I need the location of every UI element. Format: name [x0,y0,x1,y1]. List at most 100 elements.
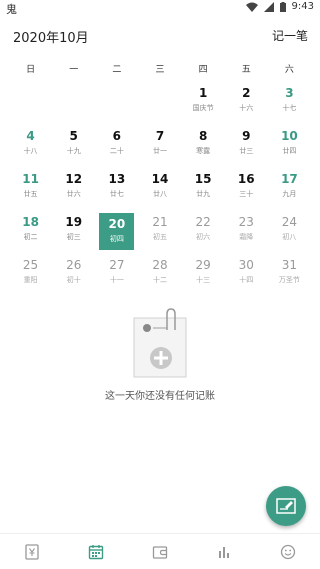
calendar-day[interactable]: 21 初五 [138,211,181,254]
lunar-date: 廿三 [239,147,254,155]
day-number: 11 [22,172,39,186]
calendar-day[interactable]: 1 国庆节 [182,82,225,125]
lunar-date: 初六 [196,233,211,241]
calendar-day[interactable]: 5 十九 [52,125,95,168]
edit-note-icon [276,498,296,514]
tab-calendar[interactable] [64,534,128,569]
calendar-day[interactable]: 31 万圣节 [268,254,311,297]
calendar-day[interactable]: 30 十四 [225,254,268,297]
calendar-day[interactable]: 14 廿八 [138,168,181,211]
day-number: 23 [238,215,254,229]
add-entry-fab[interactable] [266,486,306,526]
weekday-label: 二 [112,65,122,75]
calendar-empty-cell [95,82,138,125]
day-number: 19 [65,215,83,229]
calendar-empty-cell [138,82,181,125]
month-title[interactable]: 2020年10月 [13,27,89,46]
wifi-icon [245,2,258,12]
lunar-date: 廿八 [152,190,167,198]
day-number: 2 [242,86,251,100]
calendar-day[interactable]: 6 二十 [95,125,138,168]
day-number: 7 [155,129,165,143]
calendar-day[interactable]: 23 霜降 [225,211,268,254]
calendar-icon [88,544,104,559]
calendar-grid: 1 国庆节 2 十六 3 十七 4 十八 5 十九 6 二十 7 廿一 8 寒露 9 廿三 10 廿四 11 廿五 12 廿六… [9,82,311,297]
calendar-day[interactable]: 29 十三 [182,254,225,297]
weekday-label: 五 [241,65,251,75]
weekday-header: 日 一 二 三 四 五 六 [9,62,311,75]
lunar-date: 十八 [23,147,38,155]
weekday-label: 三 [155,65,165,75]
lunar-date: 十七 [282,104,297,112]
lunar-date: 十九 [66,147,81,155]
lunar-date: 廿五 [23,190,38,198]
calendar-day[interactable]: 8 寒露 [182,125,225,168]
calendar-day[interactable]: 3 十七 [268,82,311,125]
bar-chart-icon [219,546,229,558]
calendar-day[interactable]: 10 廿四 [268,125,311,168]
tab-ledger[interactable] [0,534,64,569]
add-record-button[interactable]: 记一笔 [272,27,308,44]
day-number: 20 [108,217,126,231]
day-number: 12 [65,172,83,186]
lunar-date: 初四 [109,235,124,243]
calendar-day-selected[interactable]: 20 初四 [99,213,135,250]
day-number: 16 [237,172,255,186]
day-number: 30 [238,258,254,272]
day-number: 25 [22,258,39,272]
lunar-date: 廿四 [282,147,297,155]
calendar-day[interactable]: 22 初六 [182,211,225,254]
day-number: 6 [112,129,122,143]
day-number: 22 [195,215,211,229]
day-number: 29 [195,258,211,272]
signal-icon [263,1,274,12]
clock-time: 9:43 [291,1,314,12]
calendar-day[interactable]: 28 十二 [138,254,181,297]
lunar-date: 九月 [282,190,297,198]
day-number: 17 [281,172,298,186]
lunar-date: 廿六 [66,190,81,198]
day-number: 9 [242,129,251,143]
lunar-date: 十一 [109,276,124,284]
calendar-day[interactable]: 2 十六 [225,82,268,125]
day-number: 3 [285,86,294,100]
status-icons: 9:43 [245,1,314,12]
weekday-label: 一 [69,65,79,75]
calendar-day[interactable]: 26 初十 [52,254,95,297]
tab-profile[interactable] [256,534,320,569]
lunar-date: 重阳 [23,276,38,284]
lunar-date: 十三 [196,276,211,284]
yen-icon [25,543,39,560]
day-number: 26 [66,258,82,272]
app-header: 2020年10月 记一笔 [0,22,320,50]
lunar-date: 霜降 [239,233,254,241]
weekday-label: 四 [198,65,208,75]
lunar-date: 廿一 [152,147,167,155]
calendar-day[interactable]: 25 重阳 [9,254,52,297]
calendar-day[interactable]: 7 廿一 [138,125,181,168]
calendar-day[interactable]: 17 九月 [268,168,311,211]
tab-wallet[interactable] [128,534,192,569]
smiley-icon [280,544,296,559]
calendar-day[interactable]: 19 初三 [52,211,95,254]
lunar-date: 初八 [282,233,297,241]
calendar-day[interactable]: 24 初八 [268,211,311,254]
calendar-day[interactable]: 15 廿九 [182,168,225,211]
app-notification-icon: 鬼 [6,3,17,16]
calendar-day[interactable]: 18 初二 [9,211,52,254]
calendar-day[interactable]: 13 廿七 [95,168,138,211]
tab-statistics[interactable] [192,534,256,569]
battery-icon [279,1,286,12]
calendar-day[interactable]: 27 十一 [95,254,138,297]
calendar-day[interactable]: 12 廿六 [52,168,95,211]
lunar-date: 初十 [66,276,81,284]
calendar-day[interactable]: 4 十八 [9,125,52,168]
lunar-date: 廿九 [196,190,211,198]
day-number: 13 [108,172,126,186]
calendar-empty-cell [9,82,52,125]
weekday-label: 日 [26,65,36,75]
calendar-day[interactable]: 9 廿三 [225,125,268,168]
lunar-date: 三十 [239,190,254,198]
calendar-day[interactable]: 11 廿五 [9,168,52,211]
calendar-day[interactable]: 16 三十 [225,168,268,211]
